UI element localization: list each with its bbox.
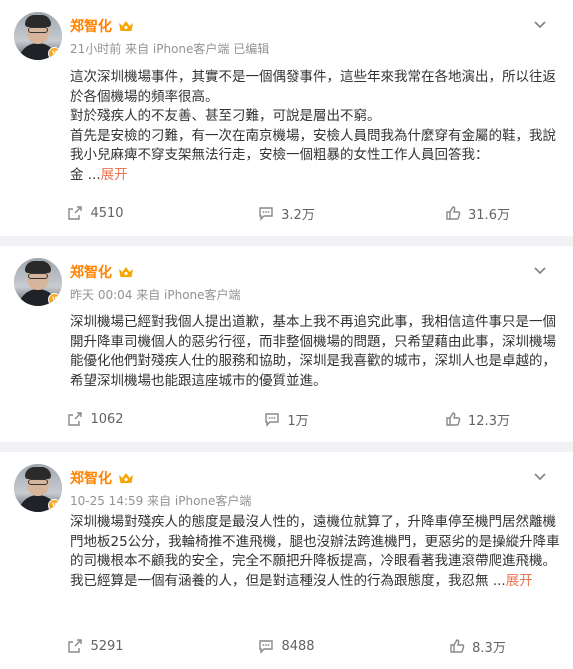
avatar[interactable]: v [14,12,62,60]
like-button[interactable]: 12.3万 [382,396,573,442]
like-count: 8.3万 [472,640,506,656]
like-count: 12.3万 [468,413,510,429]
post-paragraph: 首先是安檢的刁難，有一次在南京機場，安檢人員問我為什麼穿有金屬的鞋，我說我小兒麻… [70,127,556,164]
author-name[interactable]: 郑智化 [70,262,112,282]
post-body: 深圳機場對殘疾人的態度是最沒人性的，遠機位就算了，升降車停至機門居然離機門地板2… [70,513,560,591]
chevron-down-icon[interactable] [533,472,547,482]
post-header: v 郑智化 21小时前 来自 iPhone客户端 已编辑 [14,12,559,62]
verified-badge-icon: v [48,47,61,60]
comment-button[interactable]: 3.2万 [191,190,382,236]
crown-icon [119,473,133,483]
verified-badge-icon: v [48,499,61,512]
like-icon [446,412,461,426]
author-name[interactable]: 郑智化 [70,468,112,488]
repost-icon [68,206,83,220]
expand-link[interactable]: 展开 [101,167,128,183]
crown-icon [119,21,133,31]
like-button[interactable]: 8.3万 [382,623,573,669]
repost-count: 1062 [90,411,124,427]
post-card: v 郑智化 昨天 00:04 来自 iPhone客户端 深圳機場已經對我個人提出… [0,246,573,442]
like-count: 31.6万 [468,207,510,223]
comment-count: 1万 [287,413,309,429]
comment-icon [259,640,274,654]
comment-count: 8488 [281,638,315,654]
chevron-down-icon[interactable] [533,20,547,30]
expand-link[interactable]: 展开 [506,573,533,589]
post-body: 深圳機場已經對我個人提出道歉，基本上我不再追究此事，我相信這件事只是一個開升降車… [70,313,560,391]
post-meta: 21小时前 来自 iPhone客户端 已编辑 [70,42,270,56]
post-header: v 郑智化 昨天 00:04 来自 iPhone客户端 [14,258,559,308]
author-name[interactable]: 郑智化 [70,16,112,36]
avatar[interactable]: v [14,258,62,306]
repost-count: 5291 [90,638,124,654]
weibo-feed: v 郑智化 21小时前 来自 iPhone客户端 已编辑 這次深圳機場事件，其實… [0,0,573,669]
like-button[interactable]: 31.6万 [382,190,573,236]
repost-icon [68,412,83,426]
post-body: 這次深圳機場事件，其實不是一個偶發事件，這些年來我常在各地演出，所以往返於各個機… [70,68,560,186]
repost-button[interactable]: 5291 [0,623,191,669]
post-paragraph: 對於殘疾人的不友善、甚至刁難，可說是層出不窮。 [70,108,381,125]
repost-icon [68,639,83,653]
post-actions: 1062 1万 12.3万 [0,396,573,442]
post-meta: 10-25 14:59 来自 iPhone客户端 [70,494,252,508]
verified-badge-icon: v [48,293,61,306]
repost-count: 4510 [90,205,124,221]
comment-count: 3.2万 [281,207,315,223]
post-card: v 郑智化 21小时前 来自 iPhone客户端 已编辑 這次深圳機場事件，其實… [0,0,573,236]
avatar[interactable]: v [14,464,62,512]
comment-button[interactable]: 8488 [191,623,382,669]
post-card: v 郑智化 10-25 14:59 来自 iPhone客户端 深圳機場對殘疾人的… [0,452,573,669]
repost-button[interactable]: 1062 [0,396,191,442]
repost-button[interactable]: 4510 [0,190,191,236]
post-paragraph: 這次深圳機場事件，其實不是一個偶發事件，這些年來我常在各地演出，所以往返於各個機… [70,69,556,105]
comment-icon [259,207,273,221]
post-paragraph: 深圳機場對殘疾人的態度是最沒人性的，遠機位就算了，升降車停至機門居然離機門地板2… [70,514,560,570]
post-paragraph: 金 ... [70,166,101,183]
post-actions: 5291 8488 8.3万 [0,623,573,669]
like-icon [450,639,465,653]
like-icon [446,206,461,220]
chevron-down-icon[interactable] [533,266,547,276]
post-meta: 昨天 00:04 来自 iPhone客户端 [70,288,241,302]
post-paragraph: 深圳機場已經對我個人提出道歉，基本上我不再追究此事，我相信這件事只是一個開升降車… [70,314,556,389]
post-actions: 4510 3.2万 31.6万 [0,190,573,236]
post-header: v 郑智化 10-25 14:59 来自 iPhone客户端 [14,464,559,514]
crown-icon [119,267,133,277]
post-paragraph: 我已經算是一個有涵養的人，但是對這種沒人性的行為跟態度，我忍無 ... [70,572,506,589]
comment-icon [265,413,280,427]
comment-button[interactable]: 1万 [191,396,382,442]
